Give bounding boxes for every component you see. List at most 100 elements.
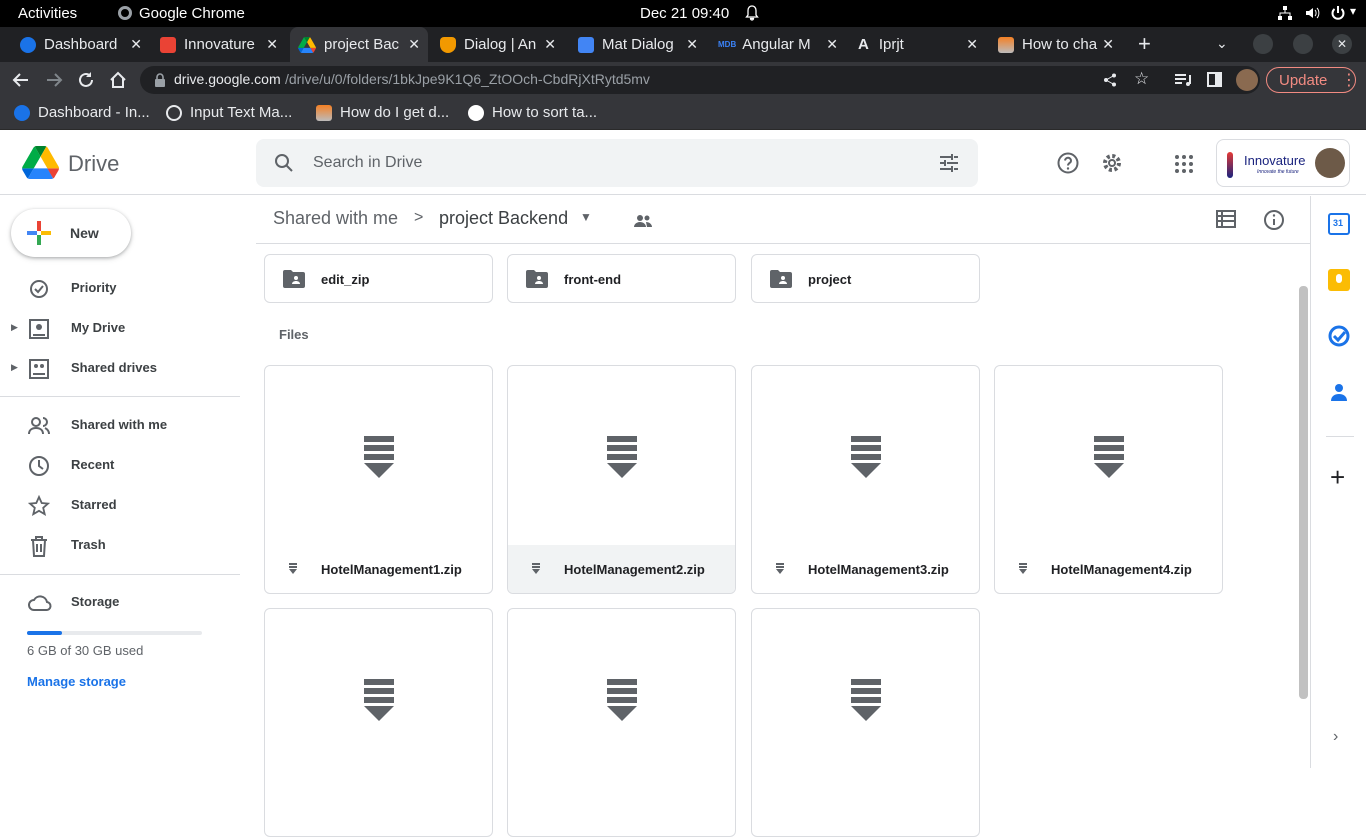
folder-dropdown-icon[interactable]: ▼ — [580, 210, 592, 224]
account-switcher[interactable]: Innovature Innovate the future — [1216, 139, 1350, 187]
tab-title: How to cha — [1022, 36, 1098, 53]
scrollbar-thumb[interactable] — [1299, 286, 1308, 699]
expand-arrow-icon[interactable]: ▶ — [11, 322, 18, 333]
search-icon[interactable] — [274, 153, 294, 173]
gear-icon[interactable] — [1101, 152, 1123, 174]
close-icon[interactable]: ✕ — [544, 36, 556, 53]
expand-arrow-icon[interactable]: ▶ — [11, 362, 18, 373]
my-drive-icon — [29, 319, 49, 339]
close-icon[interactable]: ✕ — [686, 36, 698, 53]
sidebar-item-recent[interactable]: Recent — [0, 445, 240, 485]
tab-title: Dashboard — [44, 36, 118, 53]
tab-search-chevron-icon[interactable]: ⌄ — [1216, 35, 1228, 52]
tab-project-backend[interactable]: project Bac ✕ — [290, 27, 428, 62]
tasks-icon[interactable] — [1328, 325, 1350, 347]
power-icon[interactable] — [1330, 5, 1346, 21]
avatar[interactable] — [1315, 148, 1345, 178]
tab-angular-material[interactable]: MDB Angular M ✕ — [712, 27, 846, 62]
network-icon[interactable] — [1277, 5, 1293, 21]
filter-options-icon[interactable] — [939, 153, 959, 173]
bookmark-item[interactable]: Input Text Ma... — [166, 104, 292, 121]
forward-icon[interactable] — [45, 71, 63, 89]
contacts-icon[interactable] — [1328, 381, 1350, 403]
folder-card[interactable]: project — [751, 254, 980, 303]
apps-grid-icon[interactable] — [1175, 155, 1193, 173]
file-card[interactable]: HotelManagement3.zip — [751, 365, 980, 594]
manage-storage-link[interactable]: Manage storage — [27, 674, 126, 689]
tab-iprjt[interactable]: A Iprjt ✕ — [852, 27, 986, 62]
app-name[interactable]: Google Chrome — [139, 5, 245, 22]
home-icon[interactable] — [108, 70, 128, 90]
folder-card[interactable]: edit_zip — [264, 254, 493, 303]
activities-button[interactable]: Activities — [18, 5, 77, 22]
tab-mat-dialog[interactable]: Mat Dialog ✕ — [572, 27, 706, 62]
bookmark-star-icon[interactable]: ☆ — [1134, 69, 1149, 89]
drive-logo-icon[interactable] — [22, 146, 59, 179]
close-icon[interactable]: ✕ — [408, 36, 420, 53]
plus-icon — [27, 221, 51, 245]
address-bar[interactable]: drive.google.com /drive/u/0/folders/1bkJ… — [140, 66, 1260, 94]
file-card[interactable]: HotelManagement1.zip — [264, 365, 493, 594]
close-icon[interactable]: ✕ — [266, 36, 278, 53]
bookmark-item[interactable]: How to sort ta... — [468, 104, 597, 121]
file-card[interactable]: HotelManagement4.zip — [994, 365, 1223, 594]
side-panel-icon[interactable] — [1207, 72, 1222, 87]
tab-dialog[interactable]: Dialog | An ✕ — [432, 27, 564, 62]
minimize-button[interactable] — [1253, 34, 1273, 54]
storage-label: Storage — [71, 594, 120, 609]
file-card[interactable] — [751, 608, 980, 837]
sidebar-item-trash[interactable]: Trash — [0, 525, 240, 565]
chevron-down-icon[interactable]: ▾ — [1350, 4, 1356, 18]
folder-card[interactable]: front-end — [507, 254, 736, 303]
reload-icon[interactable] — [77, 71, 95, 89]
close-icon[interactable]: ✕ — [966, 36, 978, 53]
calendar-icon[interactable]: 31 — [1328, 213, 1350, 235]
drive-logo-text[interactable]: Drive — [68, 151, 119, 177]
file-card[interactable]: HotelManagement2.zip — [507, 365, 736, 594]
info-icon[interactable] — [1263, 209, 1285, 231]
zip-small-icon — [776, 563, 784, 574]
menu-dots-icon[interactable]: ⋮ — [1341, 70, 1357, 90]
sidebar-item-starred[interactable]: Starred — [0, 485, 240, 525]
add-addon-icon[interactable]: + — [1330, 464, 1345, 490]
file-card[interactable] — [264, 608, 493, 837]
search-box[interactable]: Search in Drive — [256, 139, 978, 187]
clock[interactable]: Dec 21 09:40 — [640, 5, 729, 22]
keep-icon[interactable] — [1328, 269, 1350, 291]
shared-people-icon[interactable] — [634, 214, 652, 228]
new-button[interactable]: New — [11, 209, 131, 257]
share-icon[interactable] — [1103, 73, 1117, 87]
lock-icon[interactable] — [154, 73, 166, 87]
help-icon[interactable] — [1057, 152, 1079, 174]
window-close-button[interactable]: ✕ — [1332, 34, 1352, 54]
breadcrumb-parent[interactable]: Shared with me — [273, 208, 398, 229]
bookmark-item[interactable]: How do I get d... — [316, 104, 449, 121]
back-icon[interactable] — [12, 71, 30, 89]
maximize-button[interactable] — [1293, 34, 1313, 54]
sidebar-item-my-drive[interactable]: ▶ My Drive — [0, 308, 240, 348]
file-card[interactable] — [507, 608, 736, 837]
close-icon[interactable]: ✕ — [826, 36, 838, 53]
profile-avatar[interactable] — [1236, 69, 1258, 91]
volume-icon[interactable] — [1304, 5, 1320, 21]
update-button[interactable]: Update ⋮ — [1266, 67, 1357, 93]
bookmark-item[interactable]: Dashboard - In... — [14, 104, 150, 121]
media-icon[interactable] — [1174, 72, 1192, 88]
tab-dashboard[interactable]: Dashboard ✕ — [14, 27, 150, 62]
tab-stackoverflow[interactable]: How to cha ✕ — [992, 27, 1122, 62]
side-panel-divider — [1310, 196, 1311, 768]
sidebar-item-priority[interactable]: Priority — [0, 268, 240, 308]
breadcrumb-current[interactable]: project Backend — [439, 208, 568, 229]
drive-header: Drive Search in Drive Innovature Innovat… — [0, 131, 1366, 195]
shared-drives-icon — [29, 359, 49, 379]
new-tab-button[interactable]: + — [1138, 31, 1151, 57]
list-view-icon[interactable] — [1216, 210, 1236, 228]
tab-gmail[interactable]: Innovature ✕ — [154, 27, 286, 62]
close-icon[interactable]: ✕ — [1102, 36, 1114, 53]
sidebar-item-shared-with-me[interactable]: Shared with me — [0, 405, 240, 445]
sidebar-item-storage[interactable]: Storage — [0, 582, 240, 622]
sidebar-item-shared-drives[interactable]: ▶ Shared drives — [0, 348, 240, 388]
close-icon[interactable]: ✕ — [130, 36, 142, 53]
divider — [1326, 436, 1354, 437]
chevron-right-icon[interactable]: › — [1333, 728, 1338, 746]
